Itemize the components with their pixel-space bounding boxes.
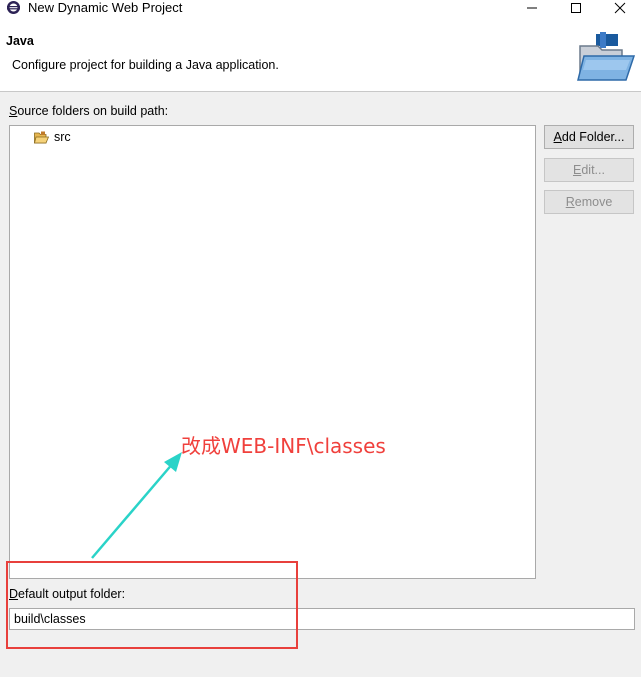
add-folder-button[interactable]: Add Folder... <box>544 125 634 149</box>
minimize-icon <box>527 7 537 9</box>
tree-item-src[interactable]: src <box>34 130 71 144</box>
eclipse-app-icon <box>7 1 20 14</box>
edit-button[interactable]: Edit... <box>544 158 634 182</box>
close-icon <box>614 2 626 14</box>
maximize-button[interactable] <box>556 0 596 16</box>
page-description: Configure project for building a Java ap… <box>12 58 279 72</box>
window-title: New Dynamic Web Project <box>28 0 183 15</box>
maximize-icon <box>571 3 581 13</box>
page-title: Java <box>6 34 34 48</box>
remove-button[interactable]: Remove <box>544 190 634 214</box>
package-folder-icon <box>34 131 49 143</box>
annotation-highlight-box <box>6 561 298 649</box>
annotation-text: 改成WEB-INF\classes <box>181 434 386 458</box>
close-button[interactable] <box>600 0 640 16</box>
source-folders-label: Source folders on build path: <box>9 104 169 118</box>
source-folders-tree[interactable]: src <box>9 125 536 579</box>
tree-item-label: src <box>54 130 71 144</box>
wizard-header: Java Configure project for building a Ja… <box>0 18 641 92</box>
title-bar: New Dynamic Web Project <box>0 0 641 18</box>
minimize-button[interactable] <box>512 0 552 16</box>
java-project-folder-icon <box>577 32 636 81</box>
